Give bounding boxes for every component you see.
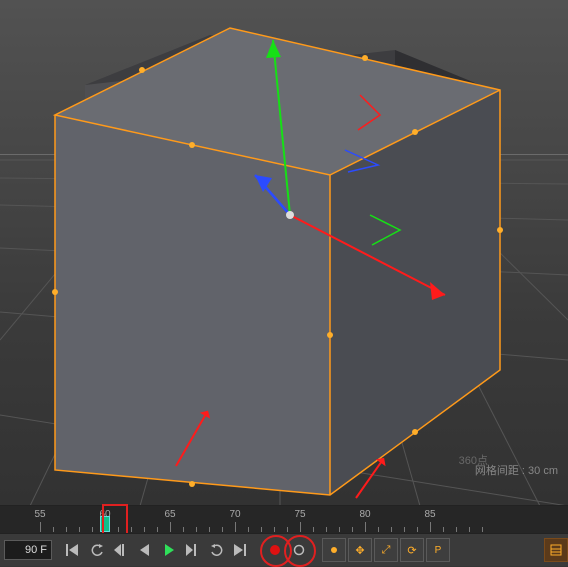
scene-svg: [0, 0, 568, 506]
ruler-tick-label: 55: [34, 509, 45, 520]
viewport-3d[interactable]: 360点: [0, 0, 568, 506]
go-to-end-button[interactable]: [230, 539, 252, 561]
keyframe-marker[interactable]: [100, 516, 110, 532]
ruler-tick-major: [365, 522, 366, 532]
ruler-tick-major: [300, 522, 301, 532]
record-keyframe-button[interactable]: [264, 539, 286, 561]
scale-key-button[interactable]: ⤢: [374, 538, 398, 562]
redo-button[interactable]: [206, 539, 228, 561]
timeline-ruler[interactable]: 55606570758085: [0, 505, 568, 534]
position-key-button[interactable]: ✥: [348, 538, 372, 562]
dope-sheet-button[interactable]: [544, 538, 568, 562]
ruler-tick-major: [40, 522, 41, 532]
rotation-key-button[interactable]: ⟳: [400, 538, 424, 562]
cube-object: [52, 28, 503, 495]
step-back-button[interactable]: [110, 539, 132, 561]
play-back-button[interactable]: [134, 539, 156, 561]
param-key-button[interactable]: P: [426, 538, 450, 562]
ruler-tick-label: 75: [294, 509, 305, 520]
grid-spacing-label: 网格间距 : 30 cm: [475, 462, 558, 478]
undo-button[interactable]: [86, 539, 108, 561]
ruler-tick-label: 85: [424, 509, 435, 520]
keyframe-selection-button[interactable]: [322, 538, 346, 562]
ruler-tick-label: 80: [359, 509, 370, 520]
step-forward-button[interactable]: [182, 539, 204, 561]
go-to-start-button[interactable]: [62, 539, 84, 561]
ruler-tick-label: 65: [164, 509, 175, 520]
auto-key-button[interactable]: [288, 539, 310, 561]
ruler-tick-major: [170, 522, 171, 532]
ruler-tick-major: [430, 522, 431, 532]
play-forward-button[interactable]: [158, 539, 180, 561]
ruler-tick-label: 70: [229, 509, 240, 520]
current-frame-field[interactable]: 90 F: [4, 540, 52, 560]
transport-bar: 90 F ✥ ⤢ ⟳ P: [0, 533, 568, 566]
ruler-tick-major: [235, 522, 236, 532]
